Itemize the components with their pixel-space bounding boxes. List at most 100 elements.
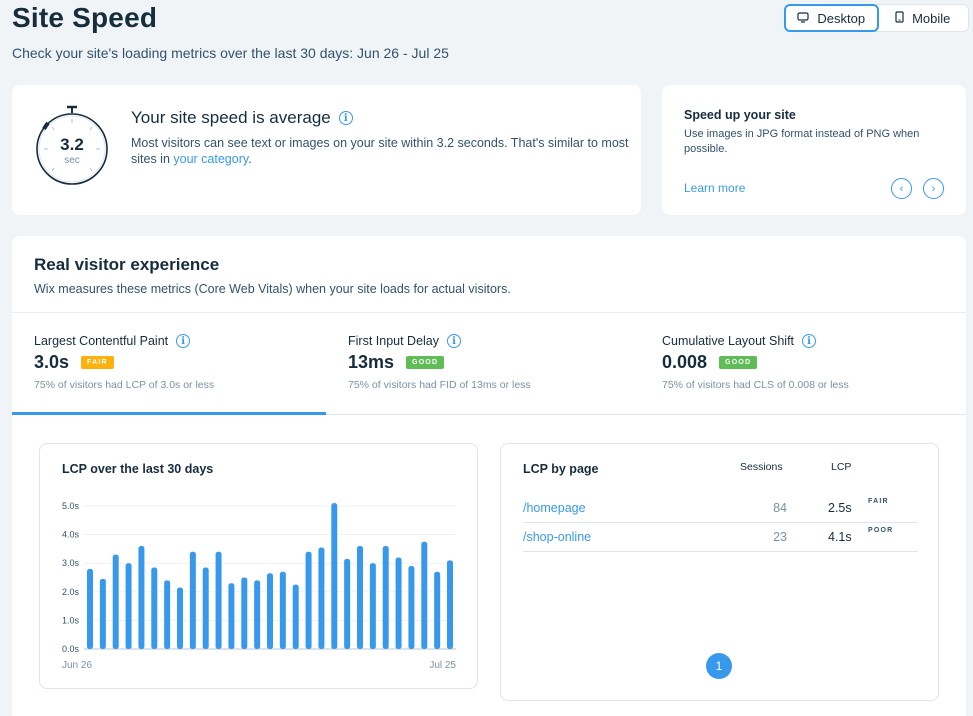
chart-bar[interactable] [344,558,351,649]
metric-value-row: 13ms GOOD [348,352,445,373]
metric-name-text: Cumulative Layout Shift [662,334,795,348]
metric-value: 3.0s [34,352,70,372]
info-icon[interactable]: i [447,334,462,348]
chart-bar[interactable] [151,567,158,649]
info-icon[interactable]: i [338,111,353,125]
y-tick-label: 1.0s [62,615,80,625]
chart-bar[interactable] [357,546,363,649]
rating-badge: GOOD [719,356,758,369]
next-tip-button[interactable]: › [923,178,944,199]
chevron-right-icon: › [931,182,936,195]
chart-bar[interactable] [125,563,132,649]
desktop-icon [797,11,809,26]
lcp-bar-chart: 0.0s 1.0s 2.0s 3.0s 4.0s 5.0s Jun 26 Jul 25 [62,501,456,671]
y-tick-label: 0.0s [62,644,80,654]
metric-name: Cumulative Layout Shift i [662,334,817,348]
chart-bar[interactable] [279,571,286,649]
chart-bar[interactable] [369,563,376,649]
tip-title: Speed up your site [684,108,796,122]
chart-bar[interactable] [305,551,312,649]
lcp-chart-card: LCP over the last 30 days 0.0s 1.0s 2.0s 3.… [39,443,478,689]
speed-description: Most visitors can see text or images on … [131,135,631,167]
speed-heading: Your site speed is average i [131,108,353,128]
tab-fid[interactable]: First Input Delay i 13ms GOOD 75% of vis… [326,313,640,415]
y-tick-label: 4.0s [62,530,80,540]
y-tick-label: 2.0s [62,587,80,597]
lcp-value: 2.5s [828,501,852,515]
metric-value-row: 3.0s FAIR [34,352,114,373]
sessions-value: 23 [773,530,787,544]
chart-bar[interactable] [331,503,338,649]
chart-bar[interactable] [202,567,209,649]
metric-name-text: First Input Delay [348,334,440,348]
chart-bar[interactable] [99,578,106,649]
speed-tip-card: Speed up your site Use images in JPG for… [662,85,966,215]
table-row: /shop-online 23 4.1s POOR [523,523,918,552]
mobile-button[interactable]: Mobile [878,5,969,31]
metric-note: 75% of visitors had CLS of 0.008 or less [662,379,849,391]
page-link[interactable]: /homepage [523,501,586,515]
y-tick-label: 3.0s [62,558,80,568]
your-category-link[interactable]: your category [173,152,248,166]
chart-bar[interactable] [395,557,402,649]
device-toggle: Desktop Mobile [784,4,969,32]
mobile-icon [895,10,904,26]
page-link[interactable]: /shop-online [523,530,591,544]
chart-bar[interactable] [318,547,325,649]
lcp-by-page-card: LCP by page Sessions LCP /homepage 84 2.… [500,443,939,701]
speed-value: 3.2 [60,135,84,154]
lcp-value: 4.1s [828,530,852,544]
chart-bar[interactable] [228,583,235,649]
metric-value-row: 0.008 GOOD [662,352,758,373]
rating-label: POOR [868,527,894,534]
pagination-page-1[interactable]: 1 [706,653,732,679]
section-description: Wix measures these metrics (Core Web Vit… [34,282,511,296]
speed-heading-text: Your site speed is average [131,108,331,127]
speed-description-end: . [248,152,252,166]
learn-more-link[interactable]: Learn more [684,181,745,195]
mobile-label: Mobile [912,10,951,26]
speed-unit: sec [64,155,80,166]
chart-bar[interactable] [408,566,415,649]
chart-bar[interactable] [177,587,183,649]
metric-note: 75% of visitors had LCP of 3.0s or less [34,379,215,391]
rating-badge: FAIR [81,356,114,369]
column-header-sessions: Sessions [740,461,783,473]
metric-name: First Input Delay i [348,334,462,348]
previous-tip-button[interactable]: ‹ [891,178,912,199]
table-title: LCP by page [523,462,599,476]
chart-bar[interactable] [254,580,261,649]
chart-bar[interactable] [382,546,389,649]
page-title: Site Speed [12,2,158,33]
x-tick-label: Jul 25 [429,660,456,671]
chart-bar[interactable] [87,568,93,649]
info-icon[interactable]: i [802,334,817,348]
tab-lcp[interactable]: Largest Contentful Paint i 3.0s FAIR 75%… [12,313,326,415]
scrollbar-track[interactable] [966,236,973,703]
chart-bar[interactable] [447,560,453,649]
desktop-button[interactable]: Desktop [784,4,879,32]
rating-label: FAIR [868,498,889,505]
metric-value: 0.008 [662,352,708,372]
chart-bar[interactable] [189,551,196,649]
x-tick-label: Jun 26 [62,660,92,671]
desktop-label: Desktop [817,10,866,26]
metric-tabs: Largest Contentful Paint i 3.0s FAIR 75%… [12,313,966,415]
chart-bar[interactable] [241,577,248,650]
chart-bar[interactable] [421,541,428,649]
table-row: /homepage 84 2.5s FAIR [523,494,918,523]
chart-bar[interactable] [292,584,299,649]
column-header-lcp: LCP [831,461,852,473]
chart-bar[interactable] [112,554,119,649]
chart-bar[interactable] [164,580,171,649]
chart-bar[interactable] [267,573,273,649]
metric-name-text: Largest Contentful Paint [34,334,169,348]
metric-value: 13ms [348,352,395,372]
chart-bar[interactable] [434,571,441,649]
chart-bar[interactable] [138,546,145,649]
sessions-value: 84 [773,501,787,515]
info-icon[interactable]: i [176,334,191,348]
tab-cls[interactable]: Cumulative Layout Shift i 0.008 GOOD 75%… [640,313,966,415]
chart-bar[interactable] [215,551,222,649]
page-subtitle: Check your site's loading metrics over t… [12,45,449,61]
